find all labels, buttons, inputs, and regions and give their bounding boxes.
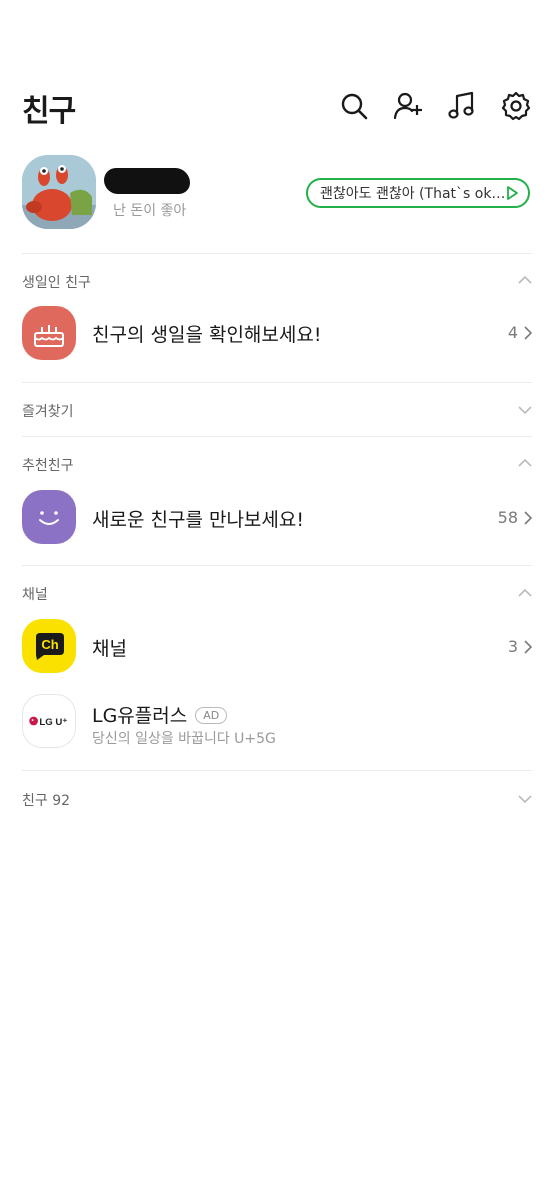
section-header-friends: 친구 92 xyxy=(22,793,71,809)
section-header-recommended: 추천친구 xyxy=(22,458,74,474)
channel-count[interactable]: 3 xyxy=(508,637,532,656)
divider xyxy=(22,382,532,383)
profile-music-title: 괜찮아도 괜찮아 (That`s ok… xyxy=(320,186,506,202)
ad-row-label[interactable]: LG유플러스 AD xyxy=(92,701,228,728)
recommend-row-label[interactable]: 새로운 친구를 만나보세요! xyxy=(92,505,304,532)
svg-text:LG U⁺: LG U⁺ xyxy=(39,717,67,728)
chevron-up-icon[interactable] xyxy=(518,458,532,468)
add-friend-icon[interactable] xyxy=(392,90,424,122)
chevron-right-icon xyxy=(524,639,532,654)
birthday-count[interactable]: 4 xyxy=(508,323,532,342)
play-icon xyxy=(507,186,518,200)
profile-name-redacted xyxy=(104,168,190,194)
divider xyxy=(22,436,532,437)
page-title: 친구 xyxy=(22,94,76,129)
birthday-cake-icon xyxy=(22,306,76,360)
avatar-image xyxy=(22,155,96,229)
chevron-up-icon[interactable] xyxy=(518,275,532,285)
chevron-right-icon xyxy=(524,325,532,340)
birthday-row-label[interactable]: 친구의 생일을 확인해보세요! xyxy=(92,320,321,347)
channel-row-label[interactable]: 채널 xyxy=(92,634,127,661)
divider xyxy=(22,770,532,771)
lg-uplus-logo: LG U⁺ xyxy=(22,694,76,748)
gear-icon[interactable] xyxy=(500,90,532,122)
music-icon[interactable] xyxy=(446,90,478,122)
section-header-favorites: 즐겨찾기 xyxy=(22,404,74,420)
smile-face-icon xyxy=(22,490,76,544)
svg-text:Ch: Ch xyxy=(41,637,58,652)
avatar[interactable] xyxy=(22,155,96,229)
chevron-right-icon xyxy=(524,510,532,525)
section-header-channel: 채널 xyxy=(22,587,48,603)
search-icon[interactable] xyxy=(338,90,370,122)
profile-music-button[interactable]: 괜찮아도 괜찮아 (That`s ok… xyxy=(306,178,530,208)
section-header-birthday: 생일인 친구 xyxy=(22,275,91,291)
divider xyxy=(22,253,532,254)
chevron-down-icon[interactable] xyxy=(518,405,532,415)
divider xyxy=(22,565,532,566)
chevron-down-icon[interactable] xyxy=(518,794,532,804)
chevron-up-icon[interactable] xyxy=(518,588,532,598)
ad-description: 당신의 일상을 바꿉니다 U+5G xyxy=(92,731,276,747)
ad-badge: AD xyxy=(195,707,228,724)
recommend-count[interactable]: 58 xyxy=(498,508,532,527)
channel-icon: Ch xyxy=(22,619,76,673)
profile-status-message: 난 돈이 좋아 xyxy=(113,203,187,219)
